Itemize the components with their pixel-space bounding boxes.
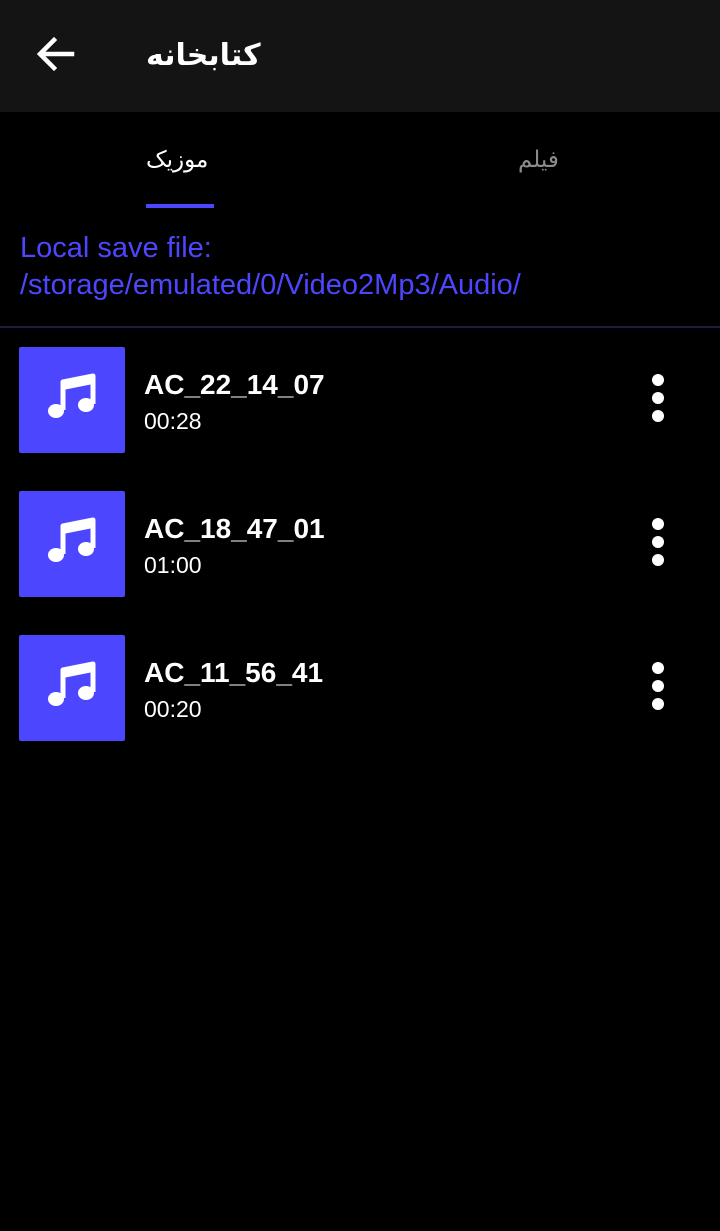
tab-bar: موزیک فیلم	[0, 112, 720, 212]
page-title: کتابخانه	[146, 38, 261, 73]
more-vertical-icon	[651, 661, 665, 715]
tab-music[interactable]: موزیک	[120, 112, 240, 212]
track-item[interactable]: AC_22_14_07 00:28	[0, 330, 720, 474]
divider	[0, 326, 720, 328]
tab-video[interactable]: فیلم	[480, 112, 600, 212]
music-note-icon	[44, 514, 100, 574]
track-thumbnail	[19, 635, 125, 741]
tab-video-label: فیلم	[518, 147, 559, 173]
save-path-text: Local save file: /storage/emulated/0/Vid…	[20, 232, 521, 301]
music-note-icon	[44, 370, 100, 430]
track-title: AC_11_56_41	[144, 657, 324, 688]
more-vertical-icon	[651, 373, 665, 427]
track-item[interactable]: AC_18_47_01 01:00	[0, 474, 720, 618]
track-item[interactable]: AC_11_56_41 00:20	[0, 618, 720, 762]
track-list: AC_22_14_07 00:28 AC_18_47_01 01:00 AC_1…	[0, 330, 720, 762]
arrow-left-icon	[36, 34, 76, 78]
back-button[interactable]	[20, 20, 92, 92]
track-menu-button[interactable]	[628, 510, 688, 578]
music-note-icon	[44, 658, 100, 718]
track-thumbnail	[19, 491, 125, 597]
track-menu-button[interactable]	[628, 654, 688, 722]
track-thumbnail	[19, 347, 125, 453]
track-duration: 00:20	[144, 696, 202, 722]
track-menu-button[interactable]	[628, 366, 688, 434]
top-app-bar: کتابخانه	[0, 0, 720, 112]
track-title: AC_18_47_01	[144, 513, 325, 544]
library-screen: کتابخانه موزیک فیلم Local save file: /st…	[0, 0, 720, 1231]
more-vertical-icon	[651, 517, 665, 571]
track-duration: 00:28	[144, 408, 202, 434]
tab-music-label: موزیک	[146, 147, 209, 173]
track-duration: 01:00	[144, 552, 202, 578]
track-title: AC_22_14_07	[144, 369, 325, 400]
tab-selected-indicator	[146, 204, 214, 208]
